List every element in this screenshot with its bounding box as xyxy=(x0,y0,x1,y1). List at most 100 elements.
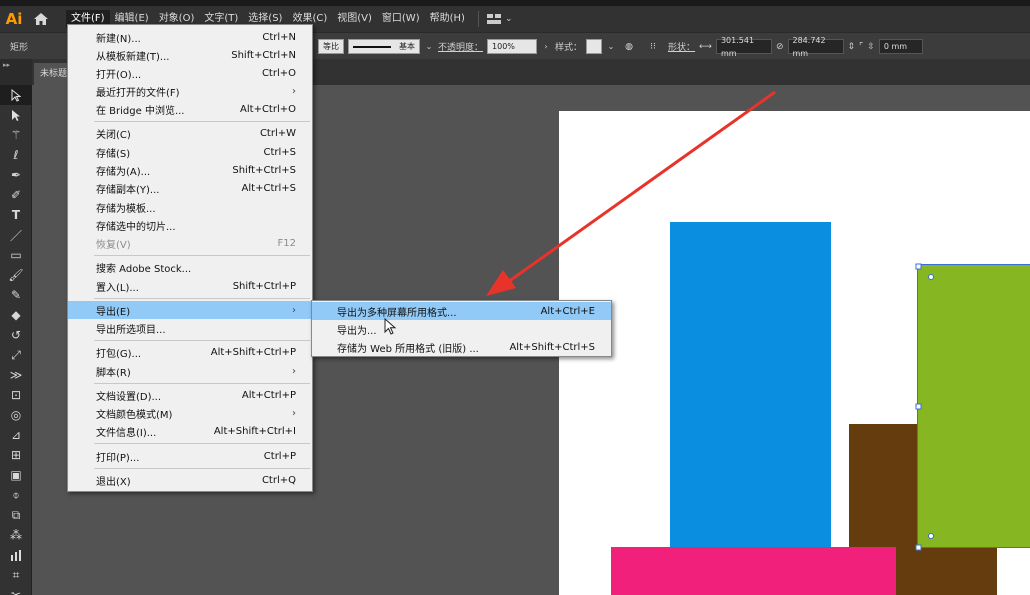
menu-item-shortcut: Ctrl+O xyxy=(261,67,296,79)
rotate-tool-icon[interactable]: ↺ xyxy=(0,325,32,345)
artboard-tool-icon[interactable]: ⌗ xyxy=(0,565,32,585)
mesh-tool-icon[interactable]: ⊞ xyxy=(0,445,32,465)
menu-scripts[interactable]: 脚本(R) › xyxy=(68,362,312,380)
home-icon[interactable] xyxy=(30,6,52,32)
menu-file-info[interactable]: 文件信息(I)... Alt+Shift+Ctrl+I xyxy=(68,422,312,440)
corner-radius-input[interactable]: 0 mm xyxy=(878,39,923,54)
menu-view[interactable]: 视图(V) xyxy=(332,10,377,28)
selection-tool-icon[interactable] xyxy=(0,85,32,105)
style-chevron-icon[interactable]: ⌄ xyxy=(606,42,616,51)
menu-item-label: 搜索 Adobe Stock... xyxy=(96,263,192,275)
menubar-separator xyxy=(477,11,479,27)
menu-save-as-template[interactable]: 存储为模板... xyxy=(68,198,312,216)
tools-panel: ⚚ ℓ ✒ ✐ T ／ ▭ 🖌 ✎ ◆ ↺ ⤢ ≫ ⊡ ◎ ⊿ ⊞ ▣ ⌽ ⧉ … xyxy=(0,85,32,595)
menu-item-shortcut: Alt+Shift+Ctrl+I xyxy=(213,425,296,437)
lasso-tool-icon[interactable]: ℓ xyxy=(0,145,32,165)
menu-export-for-screens[interactable]: 导出为多种屏幕所用格式... Alt+Ctrl+E xyxy=(312,302,611,320)
menu-print[interactable]: 打印(P)... Ctrl+P xyxy=(68,447,312,465)
brush-dropdown[interactable]: 基本 xyxy=(348,39,420,54)
artboard[interactable] xyxy=(559,111,1030,595)
menu-save-copy[interactable]: 存储副本(Y)... Alt+Ctrl+S xyxy=(68,179,312,197)
shape-builder-tool-icon[interactable]: ◎ xyxy=(0,405,32,425)
menu-document-setup[interactable]: 文档设置(D)... Alt+Ctrl+P xyxy=(68,386,312,404)
menu-item-shortcut: Alt+Shift+Ctrl+P xyxy=(210,346,296,358)
menu-new-from-template[interactable]: 从模板新建(T)... Shift+Ctrl+N xyxy=(68,46,312,64)
recolor-icon[interactable]: ◍ xyxy=(620,42,638,52)
slice-tool-icon[interactable]: ✂ xyxy=(0,585,32,595)
blue-rectangle[interactable] xyxy=(670,222,831,548)
menu-item-shortcut: Alt+Ctrl+E xyxy=(540,305,595,317)
align-icon[interactable]: ⁝⁝ xyxy=(642,42,664,52)
brush-name: 基本 xyxy=(399,42,415,51)
pen-tool-icon[interactable]: ✒ xyxy=(0,165,32,185)
magic-wand-tool-icon[interactable]: ⚚ xyxy=(0,125,32,145)
line-tool-icon[interactable]: ／ xyxy=(0,225,32,245)
menu-export-selection[interactable]: 导出所选项目... xyxy=(68,319,312,337)
shape-label[interactable]: 形状： xyxy=(668,40,695,53)
opacity-label[interactable]: 不透明度： xyxy=(438,40,483,53)
symbol-sprayer-tool-icon[interactable]: ⁂ xyxy=(0,525,32,545)
free-transform-tool-icon[interactable]: ⊡ xyxy=(0,385,32,405)
menu-save-for-web[interactable]: 存储为 Web 所用格式 (旧版) ... Alt+Shift+Ctrl+S xyxy=(312,338,611,356)
menu-save[interactable]: 存储(S) Ctrl+S xyxy=(68,143,312,161)
menu-item-label: 打开(O)... xyxy=(96,69,142,81)
stroke-profile-dropdown[interactable]: 等比 xyxy=(318,39,344,54)
menu-help[interactable]: 帮助(H) xyxy=(425,10,470,28)
curvature-tool-icon[interactable]: ✐ xyxy=(0,185,32,205)
menu-open[interactable]: 打开(O)... Ctrl+O xyxy=(68,64,312,82)
menu-document-color-mode[interactable]: 文档颜色模式(M) › xyxy=(68,404,312,422)
menu-item-label: 存储副本(Y)... xyxy=(96,184,160,196)
menu-close[interactable]: 关闭(C) Ctrl+W xyxy=(68,124,312,142)
menu-browse-in-bridge[interactable]: 在 Bridge 中浏览... Alt+Ctrl+O xyxy=(68,100,312,118)
corner-stepper-icon[interactable]: ⇳ xyxy=(867,42,875,52)
pink-rectangle[interactable] xyxy=(611,547,896,595)
menu-item-shortcut: F12 xyxy=(277,237,296,249)
menu-window[interactable]: 窗口(W) xyxy=(377,10,425,28)
menu-item-label: 导出所选项目... xyxy=(96,324,166,336)
eyedropper-tool-icon[interactable]: ⌽ xyxy=(0,485,32,505)
menu-new[interactable]: 新建(N)... Ctrl+N xyxy=(68,28,312,46)
eraser-tool-icon[interactable]: ◆ xyxy=(0,305,32,325)
direct-selection-tool-icon[interactable] xyxy=(0,105,32,125)
menu-export-as[interactable]: 导出为... xyxy=(312,320,611,338)
workspace-switcher[interactable]: ⌄ xyxy=(486,14,512,24)
paintbrush-tool-icon[interactable]: 🖌 xyxy=(0,265,32,285)
opacity-arrow-icon[interactable]: › xyxy=(541,42,551,51)
corner-type-icon[interactable]: ⌜ xyxy=(859,42,863,52)
menu-item-shortcut: Shift+Ctrl+N xyxy=(231,49,296,61)
shaper-tool-icon[interactable]: ✎ xyxy=(0,285,32,305)
menu-item-label: 存储(S) xyxy=(96,148,131,160)
height-icon: ⇕ xyxy=(847,41,856,52)
menu-export[interactable]: 导出(E) › xyxy=(68,301,312,319)
blend-tool-icon[interactable]: ⧉ xyxy=(0,505,32,525)
menu-open-recent[interactable]: 最近打开的文件(F) › xyxy=(68,82,312,100)
rectangle-tool-icon[interactable]: ▭ xyxy=(0,245,32,265)
menu-item-label: 打包(G)... xyxy=(96,348,142,360)
menu-search-adobe-stock[interactable]: 搜索 Adobe Stock... xyxy=(68,258,312,276)
gradient-tool-icon[interactable]: ▣ xyxy=(0,465,32,485)
perspective-grid-tool-icon[interactable]: ⊿ xyxy=(0,425,32,445)
constrain-link-icon[interactable]: ⊘ xyxy=(776,42,784,52)
menu-package[interactable]: 打包(G)... Alt+Shift+Ctrl+P xyxy=(68,343,312,361)
menu-item-label: 置入(L)... xyxy=(96,282,139,294)
graph-tool-icon[interactable] xyxy=(0,545,32,565)
menu-item-label: 文件信息(I)... xyxy=(96,427,157,439)
menu-place[interactable]: 置入(L)... Shift+Ctrl+P xyxy=(68,277,312,295)
menu-save-selected-slices[interactable]: 存储选中的切片... xyxy=(68,216,312,234)
brush-chevron-icon[interactable]: ⌄ xyxy=(424,42,434,51)
green-rectangle[interactable] xyxy=(917,264,1030,548)
style-swatch[interactable] xyxy=(586,39,603,54)
menu-exit[interactable]: 退出(X) Ctrl+Q xyxy=(68,471,312,489)
menu-save-as[interactable]: 存储为(A)... Shift+Ctrl+S xyxy=(68,161,312,179)
menu-item-label: 新建(N)... xyxy=(96,33,141,45)
scale-tool-icon[interactable]: ⤢ xyxy=(0,345,32,365)
submenu-arrow-icon: › xyxy=(292,304,296,316)
illustrator-window: Ai 文件(F) 编辑(E) 对象(O) 文字(T) 选择(S) 效果(C) 视… xyxy=(0,0,1030,595)
opacity-input[interactable]: 100% xyxy=(487,39,538,54)
type-tool-icon[interactable]: T xyxy=(0,205,32,225)
menu-item-shortcut: Alt+Ctrl+S xyxy=(241,182,296,194)
panel-grip-icon[interactable]: ▸▸ xyxy=(0,59,32,85)
width-tool-icon[interactable]: ≫ xyxy=(0,365,32,385)
height-input[interactable]: 284.742 mm xyxy=(787,36,844,58)
width-input[interactable]: 301.541 mm xyxy=(715,36,772,58)
